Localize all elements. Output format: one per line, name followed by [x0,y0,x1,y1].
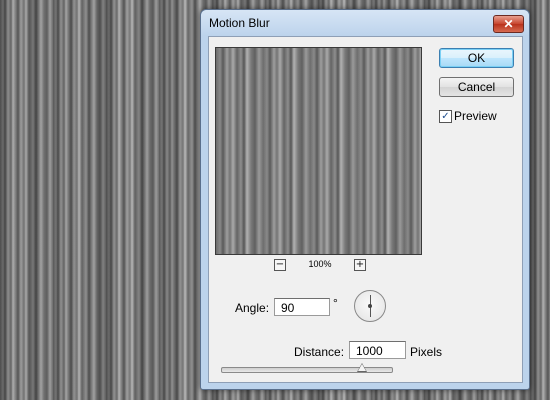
distance-label: Distance: [294,345,345,359]
cancel-button[interactable]: Cancel [439,77,514,97]
close-button[interactable]: ✕ [493,15,524,33]
preview-image[interactable] [215,47,422,255]
zoom-controls: − 100% + [215,259,422,273]
close-icon: ✕ [503,17,514,31]
preview-checkbox[interactable]: ✓ [439,110,452,123]
zoom-out-button[interactable]: − [274,259,286,271]
distance-slider-track[interactable] [221,367,393,373]
dialog-titlebar[interactable]: Motion Blur ✕ [201,10,529,36]
zoom-in-button[interactable]: + [354,259,366,271]
angle-unit: ° [333,296,338,310]
distance-input[interactable]: 1000 [349,341,406,359]
zoom-out-icon: − [275,259,285,270]
angle-dial-icon[interactable] [354,290,386,322]
distance-slider-thumb[interactable] [357,363,368,372]
zoom-in-icon: + [355,259,365,270]
ok-button[interactable]: OK [439,48,514,68]
dialog-title: Motion Blur [209,16,270,30]
distance-unit: Pixels [410,345,443,359]
angle-label: Angle: [235,301,270,315]
angle-input[interactable]: 90 [274,298,330,316]
checkmark-icon: ✓ [441,111,450,122]
motion-blur-dialog: Motion Blur ✕ − 100% + OK Cancel ✓ Previ… [200,9,530,390]
angle-dial-center [368,304,372,308]
dialog-client-area: − 100% + OK Cancel ✓ Preview Angle: 90 °… [208,36,523,383]
zoom-level: 100% [308,259,332,269]
preview-label: Preview [454,109,497,123]
distance-slider-thumb-face [358,364,367,371]
